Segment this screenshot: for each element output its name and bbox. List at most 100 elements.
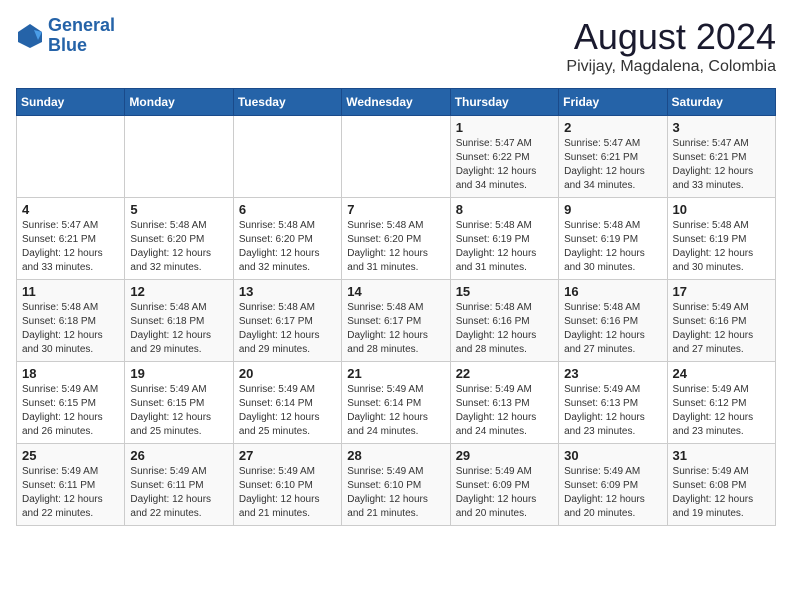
day-number: 3 <box>673 120 770 135</box>
day-of-week-header: Monday <box>125 89 233 116</box>
day-info: Sunrise: 5:48 AM Sunset: 6:17 PM Dayligh… <box>347 301 444 357</box>
day-number: 10 <box>673 202 770 217</box>
day-info: Sunrise: 5:48 AM Sunset: 6:16 PM Dayligh… <box>456 301 553 357</box>
day-number: 18 <box>22 366 119 381</box>
calendar-cell: 22 Sunrise: 5:49 AM Sunset: 6:13 PM Dayli… <box>450 362 558 444</box>
location: Pivijay, Magdalena, Colombia <box>566 58 776 76</box>
calendar-cell: 14Sunrise: 5:48 AM Sunset: 6:17 PM Dayli… <box>342 280 450 362</box>
logo: General Blue <box>16 16 115 56</box>
day-info: Sunrise: 5:49 AM Sunset: 6:14 PM Dayligh… <box>239 383 336 439</box>
calendar-cell: 26 Sunrise: 5:49 AM Sunset: 6:11 PM Dayli… <box>125 444 233 526</box>
calendar-cell <box>17 116 125 198</box>
calendar-cell: 7 Sunrise: 5:48 AM Sunset: 6:20 PM Daylig… <box>342 198 450 280</box>
day-info: Sunrise: 5:49 AM Sunset: 6:11 PM Dayligh… <box>130 465 227 521</box>
day-info: Sunrise: 5:48 AM Sunset: 6:18 PM Dayligh… <box>22 301 119 357</box>
day-info: Sunrise: 5:47 AM Sunset: 6:21 PM Dayligh… <box>564 137 661 193</box>
day-number: 29 <box>456 448 553 463</box>
day-info: Sunrise: 5:48 AM Sunset: 6:20 PM Dayligh… <box>347 219 444 275</box>
calendar-cell <box>342 116 450 198</box>
day-number: 17 <box>673 284 770 299</box>
calendar-cell: 11 Sunrise: 5:48 AM Sunset: 6:18 PM Dayli… <box>17 280 125 362</box>
page-header: General Blue August 2024 Pivijay, Magdal… <box>16 16 776 76</box>
day-info: Sunrise: 5:48 AM Sunset: 6:20 PM Dayligh… <box>130 219 227 275</box>
day-info: Sunrise: 5:48 AM Sunset: 6:18 PM Dayligh… <box>130 301 227 357</box>
calendar-cell: 3Sunrise: 5:47 AM Sunset: 6:21 PM Daylig… <box>667 116 775 198</box>
day-number: 5 <box>130 202 227 217</box>
calendar-cell: 17 Sunrise: 5:49 AM Sunset: 6:16 PM Dayli… <box>667 280 775 362</box>
calendar-cell: 27Sunrise: 5:49 AM Sunset: 6:10 PM Dayli… <box>233 444 341 526</box>
calendar-cell: 29 Sunrise: 5:49 AM Sunset: 6:09 PM Dayli… <box>450 444 558 526</box>
day-info: Sunrise: 5:48 AM Sunset: 6:19 PM Dayligh… <box>564 219 661 275</box>
day-info: Sunrise: 5:49 AM Sunset: 6:10 PM Dayligh… <box>239 465 336 521</box>
calendar-cell: 19 Sunrise: 5:49 AM Sunset: 6:15 PM Dayli… <box>125 362 233 444</box>
day-number: 6 <box>239 202 336 217</box>
calendar-week-row: 1 Sunrise: 5:47 AM Sunset: 6:22 PM Daylig… <box>17 116 776 198</box>
day-info: Sunrise: 5:49 AM Sunset: 6:13 PM Dayligh… <box>456 383 553 439</box>
calendar-cell: 8 Sunrise: 5:48 AM Sunset: 6:19 PM Daylig… <box>450 198 558 280</box>
calendar-cell: 2 Sunrise: 5:47 AM Sunset: 6:21 PM Daylig… <box>559 116 667 198</box>
day-info: Sunrise: 5:49 AM Sunset: 6:15 PM Dayligh… <box>22 383 119 439</box>
day-info: Sunrise: 5:48 AM Sunset: 6:16 PM Dayligh… <box>564 301 661 357</box>
day-info: Sunrise: 5:49 AM Sunset: 6:13 PM Dayligh… <box>564 383 661 439</box>
calendar-cell: 6 Sunrise: 5:48 AM Sunset: 6:20 PM Daylig… <box>233 198 341 280</box>
calendar-cell: 21 Sunrise: 5:49 AM Sunset: 6:14 PM Dayli… <box>342 362 450 444</box>
calendar-cell: 16 Sunrise: 5:48 AM Sunset: 6:16 PM Dayli… <box>559 280 667 362</box>
calendar-cell: 25 Sunrise: 5:49 AM Sunset: 6:11 PM Dayli… <box>17 444 125 526</box>
day-number: 16 <box>564 284 661 299</box>
title-block: August 2024 Pivijay, Magdalena, Colombia <box>566 16 776 76</box>
day-number: 31 <box>673 448 770 463</box>
day-number: 19 <box>130 366 227 381</box>
calendar-week-row: 18 Sunrise: 5:49 AM Sunset: 6:15 PM Dayli… <box>17 362 776 444</box>
logo-icon <box>16 22 44 50</box>
calendar-cell: 24 Sunrise: 5:49 AM Sunset: 6:12 PM Dayli… <box>667 362 775 444</box>
day-info: Sunrise: 5:49 AM Sunset: 6:09 PM Dayligh… <box>456 465 553 521</box>
calendar-cell: 31 Sunrise: 5:49 AM Sunset: 6:08 PM Dayli… <box>667 444 775 526</box>
day-number: 11 <box>22 284 119 299</box>
day-info: Sunrise: 5:49 AM Sunset: 6:10 PM Dayligh… <box>347 465 444 521</box>
day-number: 20 <box>239 366 336 381</box>
day-info: Sunrise: 5:49 AM Sunset: 6:12 PM Dayligh… <box>673 383 770 439</box>
day-info: Sunrise: 5:48 AM Sunset: 6:19 PM Dayligh… <box>456 219 553 275</box>
calendar-cell: 1 Sunrise: 5:47 AM Sunset: 6:22 PM Daylig… <box>450 116 558 198</box>
day-info: Sunrise: 5:49 AM Sunset: 6:09 PM Dayligh… <box>564 465 661 521</box>
day-number: 1 <box>456 120 553 135</box>
day-info: Sunrise: 5:47 AM Sunset: 6:22 PM Dayligh… <box>456 137 553 193</box>
day-info: Sunrise: 5:49 AM Sunset: 6:08 PM Dayligh… <box>673 465 770 521</box>
day-of-week-header: Saturday <box>667 89 775 116</box>
day-of-week-header: Friday <box>559 89 667 116</box>
calendar-table: SundayMondayTuesdayWednesdayThursdayFrid… <box>16 88 776 526</box>
calendar-week-row: 4 Sunrise: 5:47 AM Sunset: 6:21 PM Daylig… <box>17 198 776 280</box>
calendar-cell: 13Sunrise: 5:48 AM Sunset: 6:17 PM Dayli… <box>233 280 341 362</box>
day-number: 25 <box>22 448 119 463</box>
logo-text: General Blue <box>48 16 115 56</box>
day-number: 22 <box>456 366 553 381</box>
day-number: 9 <box>564 202 661 217</box>
day-number: 21 <box>347 366 444 381</box>
day-number: 28 <box>347 448 444 463</box>
day-number: 4 <box>22 202 119 217</box>
day-info: Sunrise: 5:47 AM Sunset: 6:21 PM Dayligh… <box>22 219 119 275</box>
day-number: 24 <box>673 366 770 381</box>
calendar-cell: 9 Sunrise: 5:48 AM Sunset: 6:19 PM Daylig… <box>559 198 667 280</box>
month-year: August 2024 <box>566 16 776 58</box>
day-info: Sunrise: 5:49 AM Sunset: 6:15 PM Dayligh… <box>130 383 227 439</box>
calendar-cell: 10 Sunrise: 5:48 AM Sunset: 6:19 PM Dayli… <box>667 198 775 280</box>
calendar-cell <box>233 116 341 198</box>
day-info: Sunrise: 5:49 AM Sunset: 6:14 PM Dayligh… <box>347 383 444 439</box>
day-info: Sunrise: 5:49 AM Sunset: 6:16 PM Dayligh… <box>673 301 770 357</box>
day-info: Sunrise: 5:49 AM Sunset: 6:11 PM Dayligh… <box>22 465 119 521</box>
day-number: 8 <box>456 202 553 217</box>
day-info: Sunrise: 5:48 AM Sunset: 6:20 PM Dayligh… <box>239 219 336 275</box>
day-number: 2 <box>564 120 661 135</box>
day-number: 7 <box>347 202 444 217</box>
day-number: 30 <box>564 448 661 463</box>
day-number: 26 <box>130 448 227 463</box>
day-number: 15 <box>456 284 553 299</box>
day-of-week-header: Thursday <box>450 89 558 116</box>
calendar-cell: 5 Sunrise: 5:48 AM Sunset: 6:20 PM Daylig… <box>125 198 233 280</box>
calendar-cell: 28 Sunrise: 5:49 AM Sunset: 6:10 PM Dayli… <box>342 444 450 526</box>
day-of-week-header: Sunday <box>17 89 125 116</box>
day-info: Sunrise: 5:48 AM Sunset: 6:19 PM Dayligh… <box>673 219 770 275</box>
day-number: 23 <box>564 366 661 381</box>
day-of-week-header: Tuesday <box>233 89 341 116</box>
